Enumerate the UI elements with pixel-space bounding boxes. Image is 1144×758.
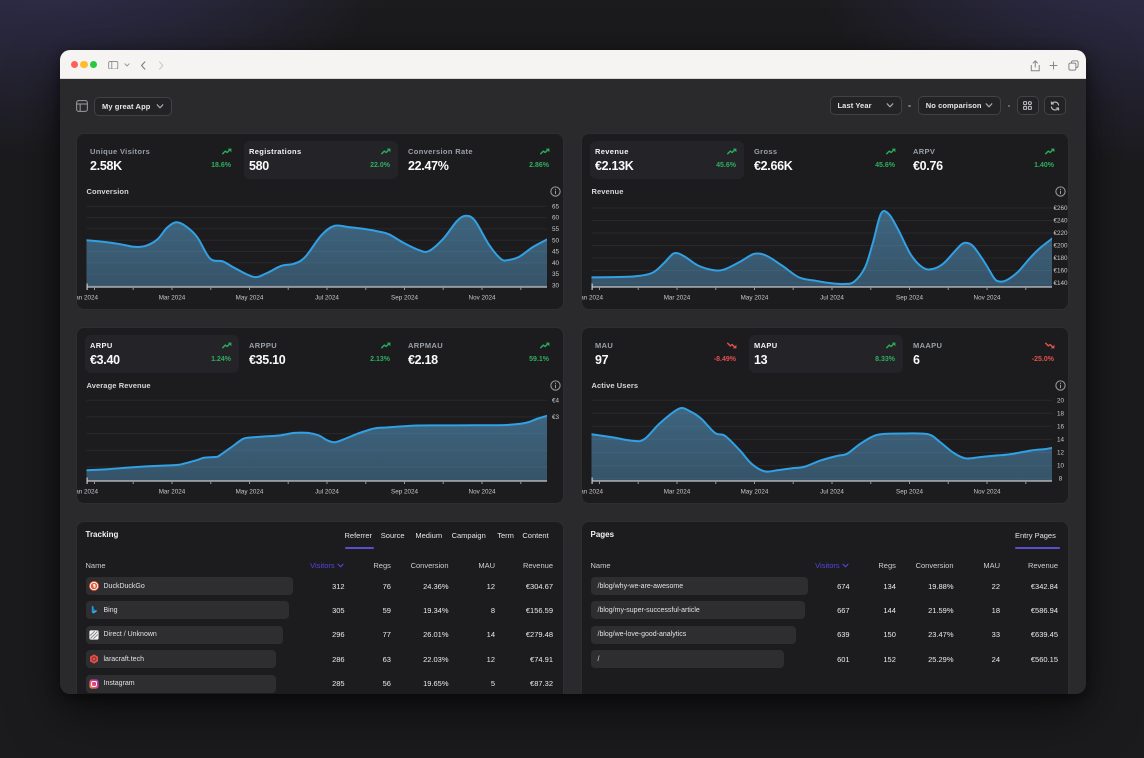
svg-text:May 2024: May 2024	[236, 295, 264, 302]
svg-text:50: 50	[552, 237, 560, 244]
svg-text:Jan 2024: Jan 2024	[582, 295, 603, 302]
svg-text:Mar 2024: Mar 2024	[159, 295, 186, 302]
svg-text:Mar 2024: Mar 2024	[664, 295, 691, 302]
svg-text:14: 14	[1057, 437, 1065, 444]
svg-text:45: 45	[552, 249, 560, 256]
svg-text:€4: €4	[552, 397, 560, 404]
svg-text:55: 55	[552, 226, 560, 233]
svg-text:Jan 2024: Jan 2024	[582, 489, 603, 496]
svg-text:Mar 2024: Mar 2024	[159, 489, 186, 496]
svg-text:35: 35	[552, 271, 560, 278]
svg-text:May 2024: May 2024	[741, 295, 769, 302]
svg-text:May 2024: May 2024	[236, 489, 264, 496]
svg-text:Nov 2024: Nov 2024	[974, 295, 1001, 302]
svg-text:60: 60	[552, 215, 560, 222]
svg-text:Sep 2024: Sep 2024	[391, 489, 418, 496]
svg-text:18: 18	[1057, 410, 1065, 417]
svg-text:€220: €220	[1053, 230, 1068, 237]
svg-text:65: 65	[552, 203, 560, 210]
svg-text:20: 20	[1057, 397, 1065, 404]
svg-text:Nov 2024: Nov 2024	[974, 489, 1001, 496]
svg-text:30: 30	[552, 283, 560, 290]
svg-text:8: 8	[1059, 476, 1063, 483]
svg-text:Sep 2024: Sep 2024	[896, 295, 923, 302]
svg-text:Jul 2024: Jul 2024	[820, 295, 844, 302]
svg-text:€140: €140	[1053, 280, 1068, 287]
svg-text:Sep 2024: Sep 2024	[391, 295, 418, 302]
svg-text:Jan 2024: Jan 2024	[77, 295, 98, 302]
svg-text:10: 10	[1057, 463, 1065, 470]
svg-text:Sep 2024: Sep 2024	[896, 489, 923, 496]
svg-text:40: 40	[552, 260, 560, 267]
svg-text:Mar 2024: Mar 2024	[664, 489, 691, 496]
svg-text:€180: €180	[1053, 255, 1068, 262]
svg-text:€160: €160	[1053, 268, 1068, 275]
svg-text:Nov 2024: Nov 2024	[469, 295, 496, 302]
svg-text:€3: €3	[552, 414, 560, 421]
svg-text:€260: €260	[1053, 205, 1068, 212]
svg-text:Jan 2024: Jan 2024	[77, 489, 98, 496]
svg-text:Nov 2024: Nov 2024	[469, 489, 496, 496]
svg-text:May 2024: May 2024	[741, 489, 769, 496]
svg-text:16: 16	[1057, 423, 1065, 430]
svg-text:12: 12	[1057, 450, 1065, 457]
svg-text:Jul 2024: Jul 2024	[315, 489, 339, 496]
svg-text:Jul 2024: Jul 2024	[820, 489, 844, 496]
svg-text:€200: €200	[1053, 243, 1068, 250]
svg-text:Jul 2024: Jul 2024	[315, 295, 339, 302]
svg-text:€240: €240	[1053, 218, 1068, 225]
